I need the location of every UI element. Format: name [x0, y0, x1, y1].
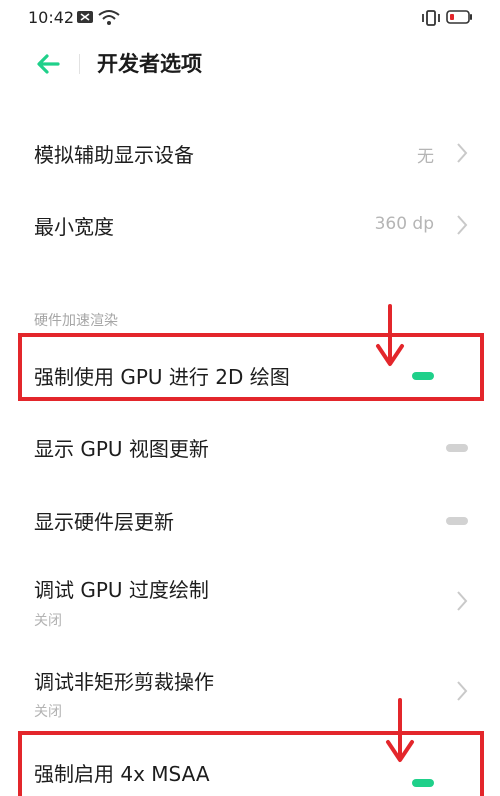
- toggle-switch[interactable]: [412, 779, 434, 787]
- setting-label: 强制启用 4x MSAA: [34, 762, 210, 786]
- toggle-switch[interactable]: [446, 517, 468, 525]
- chevron-right-icon: [457, 591, 468, 611]
- setting-show-gpu-view-updates[interactable]: 显示 GPU 视图更新: [0, 416, 500, 478]
- setting-smallest-width[interactable]: 最小宽度 360 dp: [0, 194, 500, 256]
- setting-force-4x-msaa[interactable]: 强制启用 4x MSAA: [0, 738, 500, 796]
- setting-label: 强制使用 GPU 进行 2D 绘图: [34, 365, 290, 389]
- notification-icon: [77, 11, 93, 23]
- chevron-right-icon: [457, 681, 468, 701]
- setting-value: 360 dp: [374, 214, 434, 234]
- toggle-switch[interactable]: [446, 444, 468, 452]
- section-header: 硬件加速渲染: [34, 313, 118, 329]
- wifi-icon: [98, 10, 120, 25]
- setting-show-hardware-layer-updates[interactable]: 显示硬件层更新: [0, 488, 500, 550]
- setting-debug-non-rect-clip[interactable]: 调试非矩形剪裁操作 关闭: [0, 650, 500, 730]
- setting-value: 无: [417, 147, 434, 167]
- setting-label: 显示硬件层更新: [34, 510, 174, 534]
- back-arrow-icon[interactable]: [34, 50, 62, 78]
- status-time: 10:42: [28, 8, 75, 27]
- title-divider: [79, 54, 80, 74]
- setting-debug-gpu-overdraw[interactable]: 调试 GPU 过度绘制 关闭: [0, 560, 500, 640]
- setting-label: 显示 GPU 视图更新: [34, 437, 209, 461]
- page-title: 开发者选项: [97, 52, 202, 76]
- battery-icon: [446, 10, 472, 24]
- vibrate-icon: [422, 10, 440, 26]
- chevron-right-icon: [457, 143, 468, 163]
- status-bar: 10:42: [0, 0, 500, 36]
- chevron-right-icon: [457, 215, 468, 235]
- setting-label: 调试非矩形剪裁操作: [34, 670, 214, 694]
- setting-label: 调试 GPU 过度绘制: [34, 578, 209, 602]
- toggle-switch[interactable]: [412, 372, 434, 380]
- setting-label: 最小宽度: [34, 215, 114, 239]
- setting-simulate-secondary-display[interactable]: 模拟辅助显示设备 无: [0, 122, 500, 184]
- setting-force-gpu-2d[interactable]: 强制使用 GPU 进行 2D 绘图: [0, 340, 500, 402]
- setting-label: 模拟辅助显示设备: [34, 143, 194, 167]
- setting-sub: 关闭: [34, 613, 62, 629]
- title-bar: 开发者选项: [0, 36, 500, 92]
- setting-sub: 关闭: [34, 704, 62, 720]
